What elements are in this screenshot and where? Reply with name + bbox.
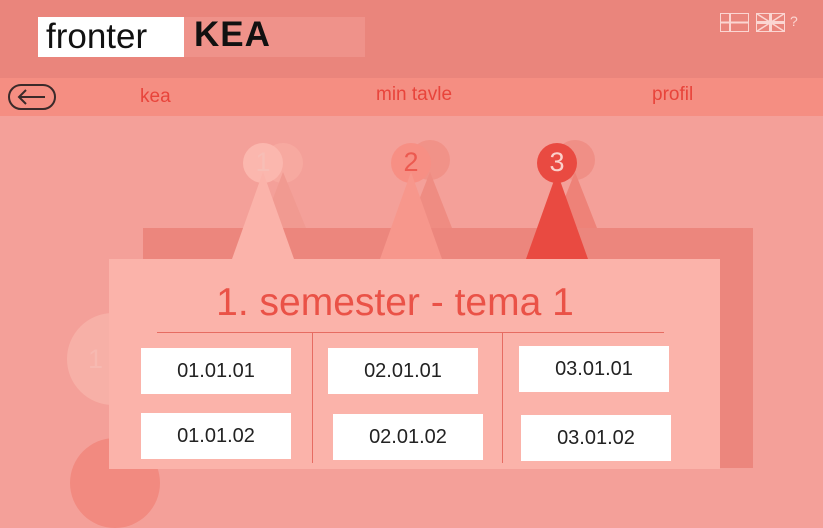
course-card[interactable]: 01.01.01 — [141, 348, 291, 394]
course-card[interactable]: 03.01.02 — [521, 415, 671, 461]
title-divider — [157, 332, 664, 333]
course-card[interactable]: 02.01.02 — [333, 414, 483, 460]
course-card[interactable]: 02.01.01 — [328, 348, 478, 394]
semester-step-1[interactable]: 1 — [243, 147, 283, 178]
semester-step-2[interactable]: 2 — [391, 147, 431, 178]
semester-title: 1. semester - tema 1 — [216, 281, 574, 324]
course-card[interactable]: 03.01.01 — [519, 346, 669, 392]
side-step-number: 1 — [88, 344, 104, 374]
column-divider — [502, 333, 503, 463]
column-divider — [312, 333, 313, 463]
semester-step-3[interactable]: 3 — [537, 147, 577, 178]
course-card[interactable]: 01.01.02 — [141, 413, 291, 459]
